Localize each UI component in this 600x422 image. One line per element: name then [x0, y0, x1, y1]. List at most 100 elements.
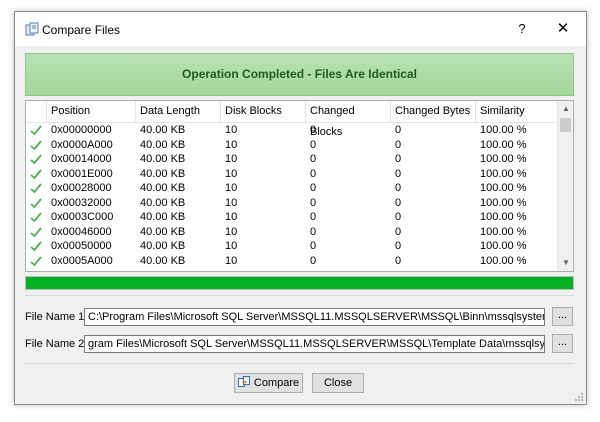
table-cell: 0x00000000	[51, 124, 112, 136]
table-cell: 0x00028000	[51, 182, 112, 194]
table-header: Position Data Length Disk Blocks Changed…	[26, 101, 557, 138]
divider	[25, 295, 574, 296]
table-cell: 0	[395, 225, 402, 238]
column-header-data-length[interactable]: Data Length	[136, 101, 221, 122]
column-header-disk-blocks[interactable]: Disk Blocks	[221, 101, 306, 122]
browse-file-1-button[interactable]: ...	[552, 307, 573, 326]
table-cell: 100.00 %	[480, 225, 527, 238]
table-row[interactable]: 0x00050000 40.00 KB 10 0 0 100.00 %	[26, 239, 557, 254]
checkmark-icon	[30, 241, 42, 252]
comparison-table: Position Data Length Disk Blocks Changed…	[25, 100, 574, 272]
table-cell: 0	[395, 182, 402, 194]
divider	[25, 363, 574, 364]
table-row[interactable]: 0x0005A000 40.00 KB 10 0 0 100.00 %	[26, 254, 557, 269]
table-cell: 100.00 %	[480, 254, 527, 267]
table-row[interactable]: 0x0000A000 40.00 KB 10 0 0 100.00 %	[26, 138, 557, 153]
compare-files-app-icon	[25, 22, 39, 36]
table-cell: 10	[225, 225, 238, 238]
checkmark-icon	[30, 212, 42, 223]
table-cell: 40.00 KB	[140, 167, 186, 180]
status-banner: Operation Completed - Files Are Identica…	[25, 53, 574, 96]
table-cell: 0x00046000	[51, 225, 112, 238]
help-button[interactable]: ?	[508, 17, 536, 41]
table-cell: 100.00 %	[480, 153, 527, 165]
table-cell: 10	[225, 167, 238, 180]
title-bar[interactable]: Compare Files ? ✕	[15, 12, 586, 46]
progress-bar	[25, 276, 574, 290]
column-header-changed-blocks[interactable]: Changed Blocks	[306, 101, 391, 138]
table-cell: 100.00 %	[480, 167, 527, 180]
table-cell: 100.00 %	[480, 211, 527, 223]
table-cell: 0x0001E000	[51, 167, 113, 180]
table-cell: 0	[310, 225, 317, 238]
table-cell: 100.00 %	[480, 182, 527, 194]
file-name-2-label: File Name 2:	[25, 338, 88, 350]
column-header-changed-bytes[interactable]: Changed Bytes	[391, 101, 476, 122]
table-cell: 40.00 KB	[140, 211, 186, 223]
compare-icon	[237, 376, 250, 387]
checkmark-icon	[30, 255, 42, 266]
table-cell: 0	[310, 211, 317, 223]
scroll-up-arrow-icon[interactable]: ▲	[558, 101, 573, 117]
checkmark-icon	[30, 154, 42, 165]
table-cell: 0	[310, 138, 317, 151]
table-cell: 0	[395, 124, 402, 136]
table-cell: 100.00 %	[480, 124, 527, 136]
table-cell: 0	[395, 254, 402, 267]
table-cell: 0x00032000	[51, 196, 112, 209]
vertical-scrollbar[interactable]: ▲ ▼	[557, 101, 573, 271]
table-cell: 0	[310, 240, 317, 252]
table-cell: 100.00 %	[480, 240, 527, 252]
table-row[interactable]: 0x0003C000 40.00 KB 10 0 0 100.00 %	[26, 210, 557, 225]
table-cell: 0x00050000	[51, 240, 112, 252]
compare-files-dialog: Compare Files ? ✕ Operation Completed - …	[14, 11, 587, 405]
file-name-2-input[interactable]: gram Files\Microsoft SQL Server\MSSQL11.…	[84, 335, 545, 353]
scroll-down-arrow-icon[interactable]: ▼	[558, 255, 573, 271]
column-header-similarity[interactable]: Similarity	[476, 101, 557, 122]
column-header-position[interactable]: Position	[47, 101, 136, 122]
table-cell: 40.00 KB	[140, 254, 186, 267]
close-window-button[interactable]: ✕	[549, 17, 577, 41]
table-cell: 0	[395, 240, 402, 252]
table-cell: 0	[395, 167, 402, 180]
table-cell: 10	[225, 211, 238, 223]
checkmark-icon	[30, 183, 42, 194]
table-cell: 0x0005A000	[51, 254, 113, 267]
table-cell: 0	[395, 211, 402, 223]
file-name-1-input[interactable]: C:\Program Files\Microsoft SQL Server\MS…	[84, 308, 545, 326]
window-title: Compare Files	[42, 23, 121, 37]
table-row[interactable]: 0x00046000 40.00 KB 10 0 0 100.00 %	[26, 225, 557, 240]
table-cell: 40.00 KB	[140, 240, 186, 252]
scrollbar-thumb[interactable]	[560, 118, 571, 132]
table-cell: 0	[395, 196, 402, 209]
table-row[interactable]: 0x00000000 40.00 KB 10 0 0 100.00 %	[26, 123, 557, 138]
table-cell: 0	[310, 254, 317, 267]
table-row[interactable]: 0x00032000 40.00 KB 10 0 0 100.00 %	[26, 196, 557, 211]
file-name-1-label: File Name 1:	[25, 311, 88, 323]
table-cell: 0	[310, 153, 317, 165]
table-row[interactable]: 0x00014000 40.00 KB 10 0 0 100.00 %	[26, 152, 557, 167]
checkmark-icon	[30, 139, 42, 150]
table-cell: 10	[225, 240, 238, 252]
table-cell: 40.00 KB	[140, 138, 186, 151]
resize-grip-icon[interactable]	[574, 392, 584, 402]
checkmark-icon	[30, 168, 42, 179]
compare-button[interactable]: Compare	[234, 373, 303, 393]
table-cell: 0x0003C000	[51, 211, 114, 223]
table-cell: 0	[395, 138, 402, 151]
table-cell: 40.00 KB	[140, 225, 186, 238]
status-column-header[interactable]	[26, 101, 47, 122]
table-cell: 10	[225, 196, 238, 209]
close-button[interactable]: Close	[312, 373, 364, 393]
table-cell: 40.00 KB	[140, 153, 186, 165]
table-cell: 10	[225, 254, 238, 267]
table-cell: 0x0000A000	[51, 138, 113, 151]
table-row[interactable]: 0x0001E000 40.00 KB 10 0 0 100.00 %	[26, 167, 557, 182]
browse-file-2-button[interactable]: ...	[552, 334, 573, 353]
table-cell: 40.00 KB	[140, 182, 186, 194]
table-row[interactable]: 0x00028000 40.00 KB 10 0 0 100.00 %	[26, 181, 557, 196]
table-body: 0x00000000 40.00 KB 10 0 0 100.00 % 0x0000A000…	[26, 123, 557, 268]
checkmark-icon	[30, 125, 42, 136]
table-cell: 10	[225, 124, 238, 136]
table-cell: 100.00 %	[480, 196, 527, 209]
